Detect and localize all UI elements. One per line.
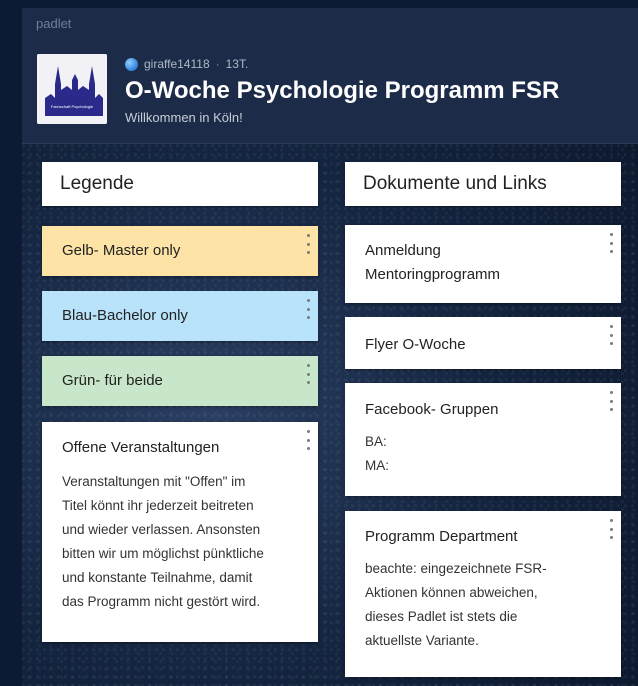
card-title: Gelb- Master only <box>62 242 181 259</box>
card-title-line: Anmeldung <box>365 242 441 259</box>
card-title: Facebook- Gruppen <box>365 401 499 418</box>
more-vertical-icon[interactable] <box>607 519 615 539</box>
column-heading-legende: Legende <box>42 162 318 206</box>
more-vertical-icon[interactable] <box>607 233 615 253</box>
card-title: Grün- für beide <box>62 372 163 389</box>
svg-text:Fachschaft Psychologie: Fachschaft Psychologie <box>51 104 94 109</box>
board-title: O-Woche Psychologie Programm FSR <box>125 77 560 104</box>
card-blau-bachelor[interactable]: Blau-Bachelor only <box>42 291 318 341</box>
card-body-line: Titel könnt ihr jederzeit beitreten <box>62 498 254 513</box>
card-body-line: aktuellste Variante. <box>365 633 479 648</box>
card-body: BA: MA: <box>365 430 601 478</box>
card-offene-veranstaltungen[interactable]: Offene Veranstaltungen Veranstaltungen m… <box>42 422 318 642</box>
card-title: Flyer O-Woche <box>365 336 466 353</box>
more-vertical-icon[interactable] <box>304 234 312 254</box>
card-title: Programm Department <box>365 528 518 545</box>
cathedral-logo-icon: Fachschaft Psychologie <box>37 54 107 124</box>
more-vertical-icon[interactable] <box>607 391 615 411</box>
column-heading-dokumente: Dokumente und Links <box>345 162 621 206</box>
card-gelb-master[interactable]: Gelb- Master only <box>42 226 318 276</box>
card-body: beachte: eingezeichnete FSR- Aktionen kö… <box>365 557 601 653</box>
card-title-line: Mentoringprogramm <box>365 266 501 283</box>
board-logo: Fachschaft Psychologie <box>37 54 107 124</box>
more-vertical-icon[interactable] <box>304 364 312 384</box>
card-body-line: bitten wir um möglichst pünktliche <box>62 546 264 561</box>
board-age: 13T. <box>225 57 249 71</box>
board-meta: giraffe14118 · 13T. <box>125 57 248 71</box>
card-body-line: das Programm nicht gestört wird. <box>62 594 261 609</box>
card-programm-department[interactable]: Programm Department beachte: eingezeichn… <box>345 511 621 677</box>
card-facebook-gruppen[interactable]: Facebook- Gruppen BA: MA: <box>345 383 621 496</box>
card-gruen-beide[interactable]: Grün- für beide <box>42 356 318 406</box>
board-header: padlet Fachschaft Psychologie giraffe141… <box>22 8 638 144</box>
card-anmeldung-mentoring[interactable]: Anmeldung Mentoringprogramm <box>345 225 621 303</box>
author-name[interactable]: giraffe14118 <box>144 57 210 71</box>
card-body-line: beachte: eingezeichnete FSR- <box>365 561 547 576</box>
brand-logo[interactable]: padlet <box>36 16 71 31</box>
card-title: Offene Veranstaltungen <box>62 439 220 456</box>
card-body-line: dieses Padlet ist stets die <box>365 609 518 624</box>
more-vertical-icon[interactable] <box>304 430 312 450</box>
card-body-line: und konstante Teilnahme, damit <box>62 570 253 585</box>
more-vertical-icon[interactable] <box>607 325 615 345</box>
card-body-line: Aktionen können abweichen, <box>365 585 538 600</box>
card-flyer-owoche[interactable]: Flyer O-Woche <box>345 317 621 369</box>
padlet-board: padlet Fachschaft Psychologie giraffe141… <box>22 8 638 686</box>
card-body-line: und wieder verlassen. Ansonsten <box>62 522 261 537</box>
card-body-line: BA: <box>365 434 387 449</box>
card-title: Blau-Bachelor only <box>62 307 188 324</box>
card-body: Veranstaltungen mit "Offen" im Titel kön… <box>62 470 298 614</box>
board-subtitle: Willkommen in Köln! <box>125 110 243 125</box>
card-body-line: MA: <box>365 458 390 473</box>
globe-icon <box>125 57 138 71</box>
meta-separator: · <box>215 57 220 71</box>
card-body-line: Veranstaltungen mit "Offen" im <box>62 474 246 489</box>
more-vertical-icon[interactable] <box>304 299 312 319</box>
